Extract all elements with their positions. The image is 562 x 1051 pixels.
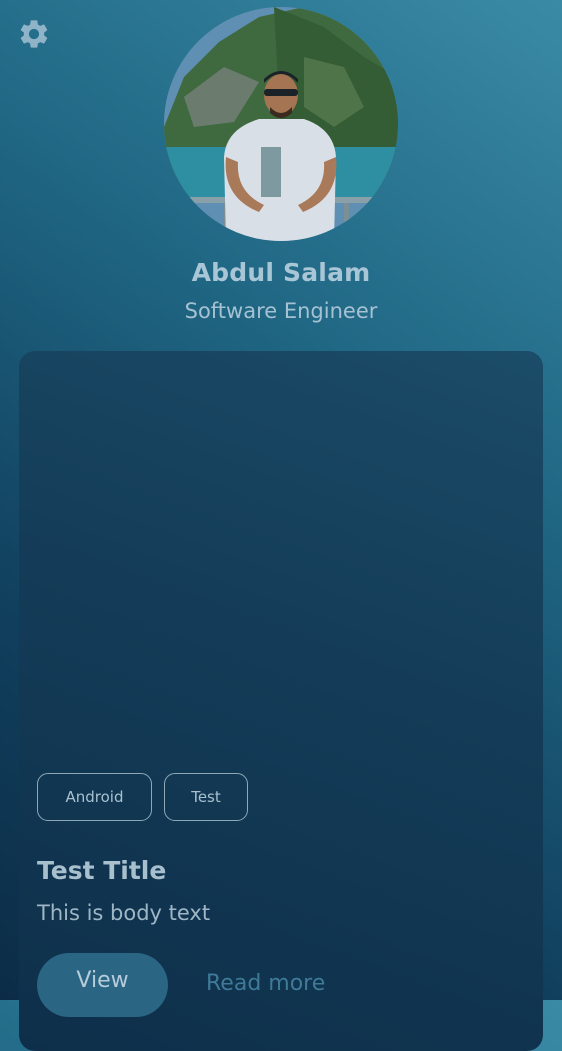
project-card: Android Test Test Title This is body tex… [19,351,543,1051]
settings-button[interactable] [16,16,52,52]
tag-chip-android[interactable]: Android [37,773,152,821]
profile-avatar [164,7,398,241]
card-body-text: This is body text [37,901,211,925]
tag-chip-test[interactable]: Test [164,773,248,821]
view-button[interactable]: View [37,953,168,1017]
gear-icon [20,20,48,48]
profile-role: Software Engineer [184,299,378,323]
card-title: Test Title [37,856,167,885]
read-more-link[interactable]: Read more [206,971,325,996]
profile-name: Abdul Salam [191,258,371,287]
